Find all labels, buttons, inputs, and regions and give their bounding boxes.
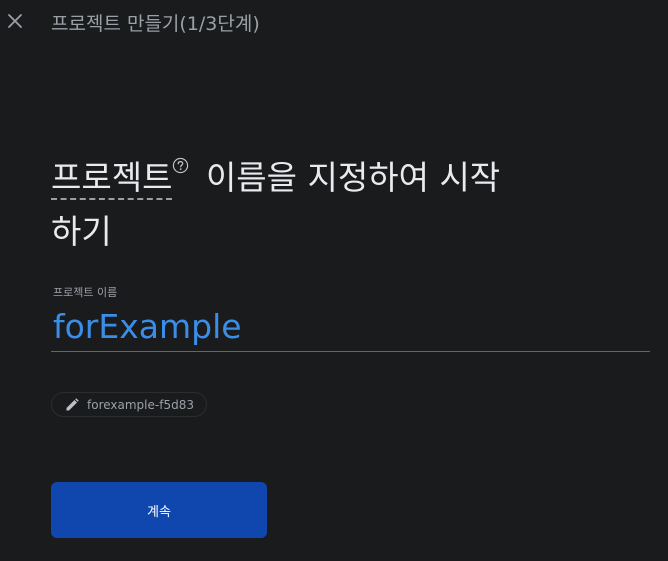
close-icon <box>8 14 22 28</box>
close-button[interactable] <box>3 9 27 33</box>
pencil-icon <box>64 397 80 413</box>
project-term-tooltip[interactable]: 프로젝트 <box>51 158 173 200</box>
page-heading: 프로젝트 이름을 지정하여 시작 하기 <box>51 151 611 259</box>
project-name-label: 프로젝트 이름 <box>53 286 118 299</box>
project-id-text: forexample-f5d83 <box>87 397 194 412</box>
help-circle-icon[interactable] <box>172 157 189 174</box>
project-name-input[interactable] <box>51 302 650 352</box>
create-project-page: 프로젝트 만들기(1/3단계) 프로젝트 이름을 지정하여 시작 하기 프로젝트… <box>0 0 668 561</box>
page-step-title: 프로젝트 만들기(1/3단계) <box>51 13 260 35</box>
heading-text-line1: 이름을 지정하여 시작 <box>195 158 501 197</box>
heading-text-line2: 하기 <box>51 212 112 251</box>
project-id-chip[interactable]: forexample-f5d83 <box>51 392 207 417</box>
continue-button[interactable]: 계속 <box>51 482 267 538</box>
